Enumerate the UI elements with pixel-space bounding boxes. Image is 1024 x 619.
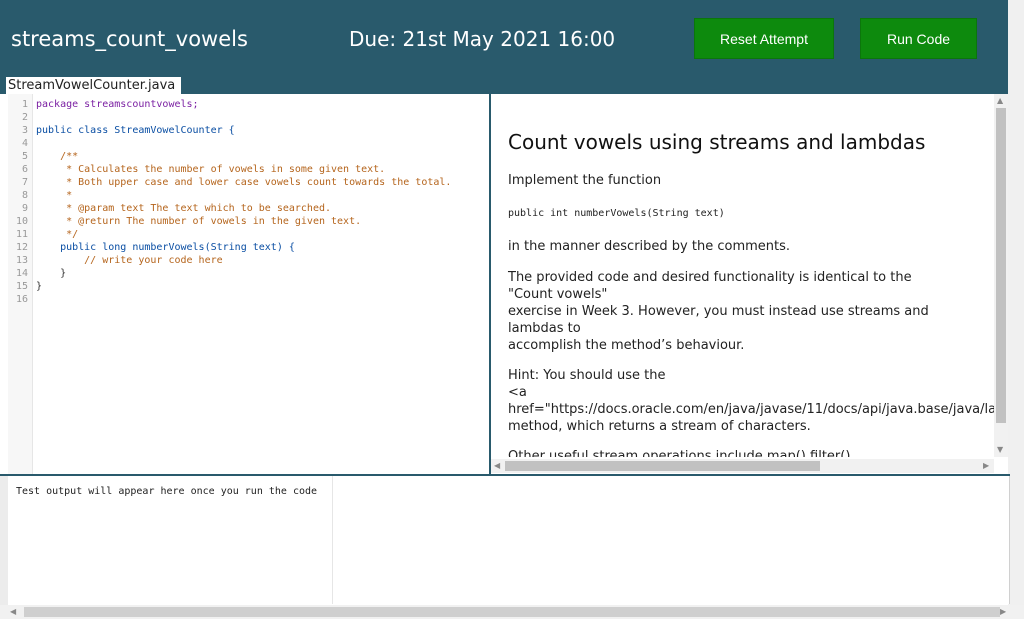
description-vertical-scrollbar[interactable]: ▲ ▼ bbox=[994, 94, 1008, 457]
scroll-down-icon[interactable]: ▼ bbox=[997, 446, 1003, 454]
line-number: 9 bbox=[21, 203, 28, 214]
description-horizontal-scrollbar[interactable]: ◀ ▶ bbox=[491, 459, 994, 473]
description-text: Implement the function bbox=[508, 173, 662, 188]
hint-text: <a bbox=[508, 385, 527, 400]
line-number: 14 bbox=[15, 268, 28, 279]
code-line: * @param text The text which to be searc… bbox=[36, 203, 332, 214]
code-line: * @return The number of vowels in the gi… bbox=[36, 216, 362, 227]
line-number: 13 bbox=[15, 255, 28, 266]
code-line: public long numberVowels(String text) { bbox=[36, 242, 295, 253]
line-number: 12 bbox=[15, 242, 28, 253]
line-number: 5 bbox=[21, 151, 28, 162]
line-number: 15 bbox=[15, 281, 28, 292]
exercise-description: Count vowels using streams and lambdas I… bbox=[491, 94, 994, 457]
scroll-left-icon[interactable]: ◀ bbox=[494, 462, 500, 470]
description-text: exercise in Week 3. However, you must in… bbox=[508, 304, 929, 319]
hint-text: method, which returns a stream of charac… bbox=[508, 419, 811, 434]
scroll-right-icon[interactable]: ▶ bbox=[983, 462, 989, 470]
hint-text: Hint: You should use the bbox=[508, 368, 666, 383]
code-line: * bbox=[36, 190, 73, 201]
scroll-right-icon[interactable]: ▶ bbox=[1000, 608, 1006, 616]
output-placeholder: Test output will appear here once you ru… bbox=[16, 486, 318, 497]
reset-attempt-button[interactable]: Reset Attempt bbox=[694, 18, 834, 59]
scroll-thumb[interactable] bbox=[24, 607, 1000, 617]
header-bar: streams_count_vowels Due: 21st May 2021 … bbox=[0, 0, 1008, 94]
code-line: * Calculates the number of vowels in som… bbox=[36, 164, 386, 175]
left-padding bbox=[0, 476, 8, 605]
test-output-panel: Test output will appear here once you ru… bbox=[8, 476, 1010, 604]
method-signature: public int numberVowels(String text) bbox=[508, 208, 725, 219]
code-editor[interactable]: 1 2 3 4 5 6 7 8 9 10 11 12 13 14 15 16 p… bbox=[8, 94, 491, 474]
line-number: 8 bbox=[21, 190, 28, 201]
scroll-thumb[interactable] bbox=[505, 461, 820, 471]
code-line: public class StreamVowelCounter { bbox=[36, 125, 235, 136]
code-line: } bbox=[36, 268, 67, 279]
code-line: */ bbox=[36, 229, 79, 240]
code-line: * Both upper case and lower case vowels … bbox=[36, 177, 452, 188]
description-text: in the manner described by the comments. bbox=[508, 239, 791, 254]
line-number: 2 bbox=[21, 112, 28, 123]
line-number: 4 bbox=[21, 138, 28, 149]
description-text: The provided code and desired functional… bbox=[508, 270, 912, 285]
line-number: 1 bbox=[21, 99, 28, 110]
page-horizontal-scrollbar[interactable]: ◀ ▶ bbox=[0, 605, 1024, 619]
scroll-left-icon[interactable]: ◀ bbox=[10, 608, 16, 616]
hint-link-text: href="https://docs.oracle.com/en/java/ja… bbox=[508, 402, 994, 417]
window-scrollbar[interactable] bbox=[1008, 0, 1024, 605]
description-text: Other useful stream operations include m… bbox=[508, 449, 851, 457]
code-line: // write your code here bbox=[36, 255, 223, 266]
description-text: "Count vowels" bbox=[508, 287, 608, 302]
scroll-thumb[interactable] bbox=[996, 108, 1006, 423]
output-left-column: Test output will appear here once you ru… bbox=[8, 476, 333, 604]
exercise-title: streams_count_vowels bbox=[11, 27, 248, 51]
description-text: accomplish the method’s behaviour. bbox=[508, 338, 745, 353]
line-number: 3 bbox=[21, 125, 28, 136]
line-number: 11 bbox=[15, 229, 28, 240]
file-tab[interactable]: StreamVowelCounter.java bbox=[0, 77, 182, 94]
code-line: /** bbox=[36, 151, 79, 162]
description-heading: Count vowels using streams and lambdas bbox=[508, 130, 926, 154]
line-number: 7 bbox=[21, 177, 28, 188]
code-line: } bbox=[36, 281, 43, 292]
run-code-button[interactable]: Run Code bbox=[860, 18, 977, 59]
description-text: lambdas to bbox=[508, 321, 581, 336]
code-line: package streamscountvowels; bbox=[36, 99, 199, 110]
due-date: Due: 21st May 2021 16:00 bbox=[349, 27, 616, 51]
line-number: 10 bbox=[15, 216, 28, 227]
line-number: 6 bbox=[21, 164, 28, 175]
line-number: 16 bbox=[15, 294, 28, 305]
line-gutter: 1 2 3 4 5 6 7 8 9 10 11 12 13 14 15 16 bbox=[8, 94, 33, 474]
scroll-up-icon[interactable]: ▲ bbox=[997, 97, 1003, 105]
